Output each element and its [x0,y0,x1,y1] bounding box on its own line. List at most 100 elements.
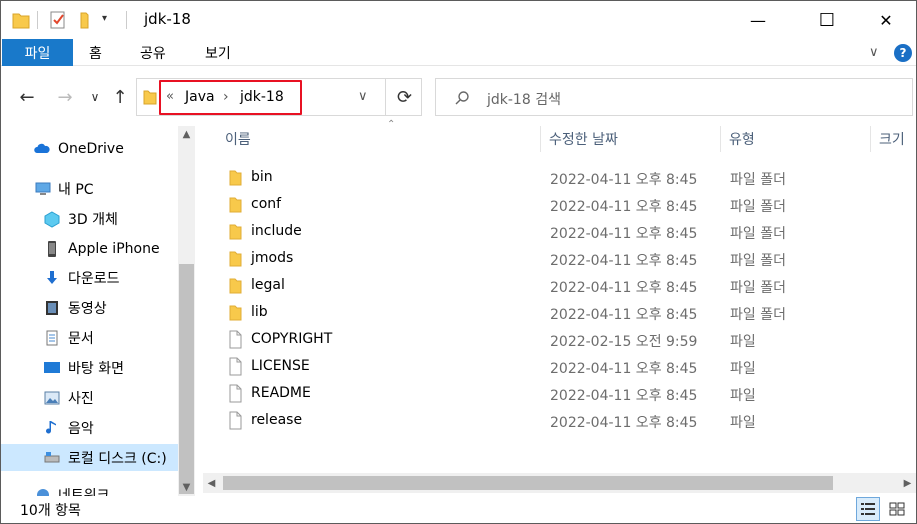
back-button[interactable]: ← [15,85,39,109]
sidebar-item-3d-objects[interactable]: 3D 개체 [1,205,178,232]
scroll-down-icon[interactable]: ▼ [178,479,195,496]
table-row[interactable]: release 2022-04-11 오후 8:45 파일 [203,407,916,434]
scroll-right-icon[interactable]: ▶ [899,475,916,492]
phone-icon [48,240,56,257]
file-name: conf [251,196,282,212]
window-title: jdk-18 [144,10,191,28]
status-bar: 10개 항목 [1,496,916,523]
title-separator [126,11,127,29]
table-row[interactable]: conf 2022-04-11 오후 8:45 파일 폴더 [203,191,916,218]
file-list: 이름 ⌃ 수정한 날짜 유형 크기 bin 2022-04-11 오후 8:45 파… [203,119,916,496]
file-name: release [251,412,303,428]
sidebar-item-apple-iphone[interactable]: Apple iPhone [1,235,178,262]
folder-icon [229,170,242,186]
table-row[interactable]: lib 2022-04-11 오후 8:45 파일 폴더 [203,299,916,326]
address-dropdown-icon[interactable]: ∨ [358,89,368,104]
sort-ascending-icon: ⌃ [387,119,396,130]
column-header-name[interactable]: 이름 ⌃ [217,119,541,152]
sidebar-item-documents[interactable]: 문서 [1,324,178,351]
file-type: 파일 폴더 [730,172,786,188]
file-name: lib [251,304,268,320]
title-bar: ▾ jdk-18 — ☐ ✕ [1,1,916,39]
file-type: 파일 [730,388,756,404]
sidebar-item-pictures[interactable]: 사진 [1,384,178,411]
file-name: bin [251,169,273,185]
table-row[interactable]: LICENSE 2022-04-11 오후 8:45 파일 [203,353,916,380]
search-input[interactable]: jdk-18 검색 [487,89,561,109]
sidebar-item-local-disk-c[interactable]: 로컬 디스크 (C:) [1,444,178,471]
search-box[interactable]: jdk-18 검색 [435,78,913,116]
minimize-button[interactable]: — [735,1,781,39]
file-icon [229,411,242,430]
tab-share[interactable]: 공유 [140,39,166,66]
file-date-modified: 2022-04-11 오후 8:45 [550,415,698,431]
drive-icon [44,451,60,462]
file-type: 파일 [730,334,756,350]
sidebar-item-label: 문서 [68,330,94,347]
music-icon [46,420,56,433]
large-icons-view-button[interactable] [885,497,909,521]
sidebar-item-label: OneDrive [58,140,124,157]
sidebar-item-videos[interactable]: 동영상 [1,294,178,321]
table-row[interactable]: bin 2022-04-11 오후 8:45 파일 폴더 [203,164,916,191]
up-button[interactable]: ↑ [109,85,131,109]
search-icon [455,91,469,105]
file-type: 파일 폴더 [730,253,786,269]
sidebar-scrollbar[interactable]: ▲ ▼ [178,126,195,496]
scroll-left-icon[interactable]: ◀ [203,475,220,492]
column-header-date[interactable]: 수정한 날짜 [541,126,721,152]
sidebar-item-onedrive[interactable]: OneDrive [1,135,178,162]
sidebar-item-network[interactable]: 네트워크 [1,481,178,496]
table-row[interactable]: include 2022-04-11 오후 8:45 파일 폴더 [203,218,916,245]
folder-icon [229,224,242,240]
folder-icon [229,251,242,267]
sidebar-item-label: Apple iPhone [68,240,160,257]
tab-home[interactable]: 홈 [89,39,102,66]
table-row[interactable]: jmods 2022-04-11 오후 8:45 파일 폴더 [203,245,916,272]
scrollbar-thumb[interactable] [223,476,833,490]
details-view-button[interactable] [856,497,880,521]
file-type: 파일 폴더 [730,226,786,242]
column-header-size[interactable]: 크기 [871,126,916,152]
sidebar-item-downloads[interactable]: 다운로드 [1,264,178,291]
tab-file[interactable]: 파일 [2,39,73,66]
close-button[interactable]: ✕ [863,1,909,39]
document-icon [46,330,58,345]
table-row[interactable]: README 2022-04-11 오후 8:45 파일 [203,380,916,407]
properties-icon[interactable] [49,10,67,30]
file-name: COPYRIGHT [251,331,333,347]
scrollbar-thumb[interactable] [179,264,194,494]
column-header-type[interactable]: 유형 [721,126,871,152]
file-name: legal [251,277,285,293]
sidebar-item-desktop[interactable]: 바탕 화면 [1,354,178,381]
video-icon [46,300,58,315]
table-row[interactable]: legal 2022-04-11 오후 8:45 파일 폴더 [203,272,916,299]
file-type: 파일 폴더 [730,280,786,296]
help-icon[interactable]: ? [894,44,912,62]
sidebar-item-label: 동영상 [68,300,107,317]
ribbon-expand-icon[interactable]: ∨ [869,39,879,66]
new-folder-icon[interactable] [77,10,95,30]
file-icon [229,330,242,349]
maximize-button[interactable]: ☐ [804,1,850,39]
file-date-modified: 2022-04-11 오후 8:45 [550,388,698,404]
sidebar-item-music[interactable]: 음악 [1,414,178,441]
recent-locations-button[interactable]: ∨ [87,85,103,109]
sidebar-item-label: 로컬 디스크 (C:) [68,450,167,467]
refresh-button[interactable]: ⟳ [385,78,423,116]
sidebar-item-label: 다운로드 [68,270,120,287]
folder-icon [229,305,242,321]
tab-view[interactable]: 보기 [205,39,231,66]
table-row[interactable]: COPYRIGHT 2022-02-15 오전 9:59 파일 [203,326,916,353]
qa-customize-icon[interactable]: ▾ [102,13,107,24]
cloud-icon [34,143,50,153]
file-list-horizontal-scrollbar[interactable]: ◀ ▶ [203,473,916,493]
forward-button[interactable]: → [53,85,77,109]
file-name: jmods [251,250,294,266]
column-label: 유형 [729,132,755,148]
download-icon [47,270,57,284]
scroll-up-icon[interactable]: ▲ [178,126,195,143]
file-type: 파일 [730,361,756,377]
sidebar-item-this-pc[interactable]: 내 PC [1,175,178,202]
details-view-icon [861,503,875,515]
